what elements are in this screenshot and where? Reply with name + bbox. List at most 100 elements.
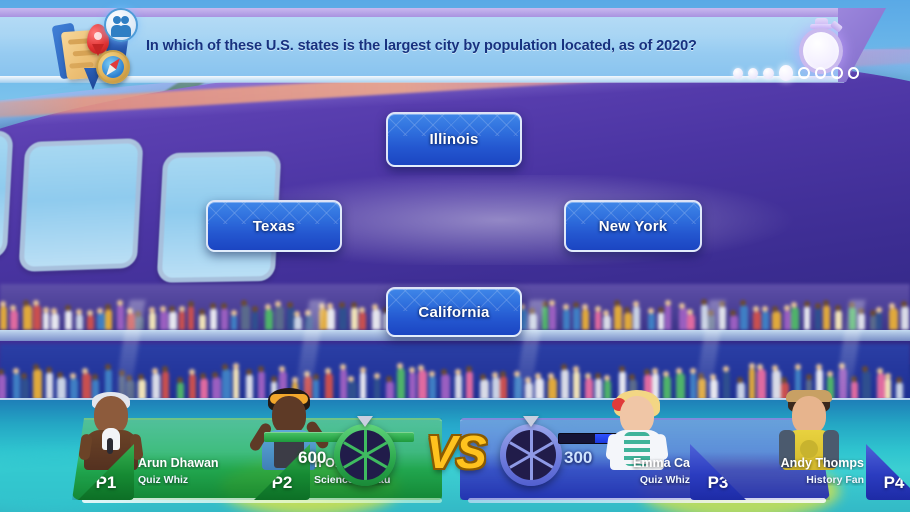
players-hud: P1 Arun Dhawan Quiz Whiz P2 h Omenma Sci… [0,400,910,512]
crowd-figure-head [10,305,16,311]
crowd-figure [149,312,156,330]
crowd-figure-head [212,372,218,378]
crowd-figure-head [418,365,424,371]
player-badge-p4: P4 [866,444,910,500]
crowd-figure-head [189,369,195,375]
crowd-figure [876,312,882,330]
crowd-figure-head [105,364,111,370]
answer-button-new-york[interactable]: New York [564,200,702,252]
answer-button-california[interactable]: California [386,287,522,337]
progress-dot-7 [831,67,842,79]
crowd-figure [885,378,891,400]
crowd-figure [374,378,380,400]
player-name-p4: Andy Thomps [746,456,864,470]
crowd-figure [76,314,83,330]
crowd-figure [429,376,435,400]
crowd-figure-head [271,376,277,382]
player-title-p4: History Fan [746,474,864,486]
crowd-figure-head [815,303,821,309]
crowd-figure [791,307,798,330]
player-name-p1: Arun Dhawan [138,456,250,470]
crowd-figure [179,311,185,330]
crowd-figure-head [663,371,669,377]
crowd-figure [595,311,602,330]
crowd-figure-head [753,306,759,312]
progress-dot-8 [848,67,859,79]
crowd-figure [46,372,52,400]
crowd-figure [648,313,655,330]
crowd-figure-head [279,366,285,372]
crowd-figure-head [397,363,403,369]
player-name-p3: Emma Ca [578,456,690,470]
crowd-figure [210,308,217,330]
crowd-figure-head [701,299,707,305]
crowd-figure [772,311,781,330]
wheel-pointer-icon [357,416,373,427]
crowd-figure [585,378,593,400]
crowd-figure-head [690,368,696,374]
crowd-figure [87,315,94,330]
crowd-figure [582,309,589,330]
crowd-figure-head [33,300,39,306]
crowd-figure [757,369,766,400]
crowd-figure-head [835,305,841,311]
crowd-figure-head [737,377,743,383]
crowd-figure [835,310,842,330]
crowd-figure [548,378,556,400]
crowd-figure [212,377,221,400]
crowd-figure [676,373,684,400]
crowd-figure-head [325,368,331,374]
crowd-figure-head [629,374,635,380]
crowd-figure-head [455,369,461,375]
crowd-figure [325,373,333,400]
crowd-figure-head [772,365,778,371]
player-slot-p1[interactable]: P1 Arun Dhawan Quiz Whiz [72,418,254,500]
crowd-figure [51,313,59,330]
crowd-figure-head [87,310,93,316]
crowd-figure-head [169,306,175,312]
crowd-figure-head [359,307,365,313]
vs-badge: VS [415,420,497,484]
crowd-figure [804,306,810,330]
crowd-figure-head [535,373,541,379]
answer-button-illinois[interactable]: Illinois [386,112,522,167]
crowd-figure [21,378,29,400]
answer-button-texas[interactable]: Texas [206,200,342,252]
crowd-figure-head [287,302,293,308]
crowd-figure [455,374,462,400]
crowd-figure [889,308,898,331]
crowd-figure-head [252,306,258,312]
crowd-figure [0,374,6,400]
crowd-figure [624,312,632,330]
crowd-figure [573,371,579,401]
question-text: In which of these U.S. states is the lar… [146,38,746,54]
crowd-figure-head [92,374,98,380]
team-panel-left: P1 Arun Dhawan Quiz Whiz P2 h Omenma Sci… [72,418,452,500]
crowd-figure [862,371,870,400]
crowd-figure [877,373,884,400]
crowd-figure [359,312,366,330]
crowd-figure-head [573,302,579,308]
crowd-figure [480,379,488,400]
crowd-figure [762,311,769,330]
crowd-figure [169,311,178,330]
crowd-figure [23,305,32,330]
crowd-figure-head [648,308,654,314]
answer-label: Texas [253,218,295,235]
crowd-figure [43,312,49,330]
progress-dot-2 [748,68,758,79]
crowd-figure [595,378,602,400]
crowd-figure [188,306,194,330]
crowd-figure [658,312,664,330]
crowd-figure [500,376,507,400]
crowd-figure [13,373,21,400]
crowd-figure [351,307,358,330]
crowd-figure-head [870,310,876,316]
background-haze [0,175,910,265]
crowd-figure-head [500,371,506,377]
crowd-figure [33,369,42,400]
compass-icon [96,50,130,84]
player-slot-p4[interactable]: P4 Andy Thomps History Fan [742,418,910,500]
progress-dot-5 [798,67,809,79]
player-slot-p3[interactable]: P3 Emma Ca Quiz Whiz [570,418,746,500]
